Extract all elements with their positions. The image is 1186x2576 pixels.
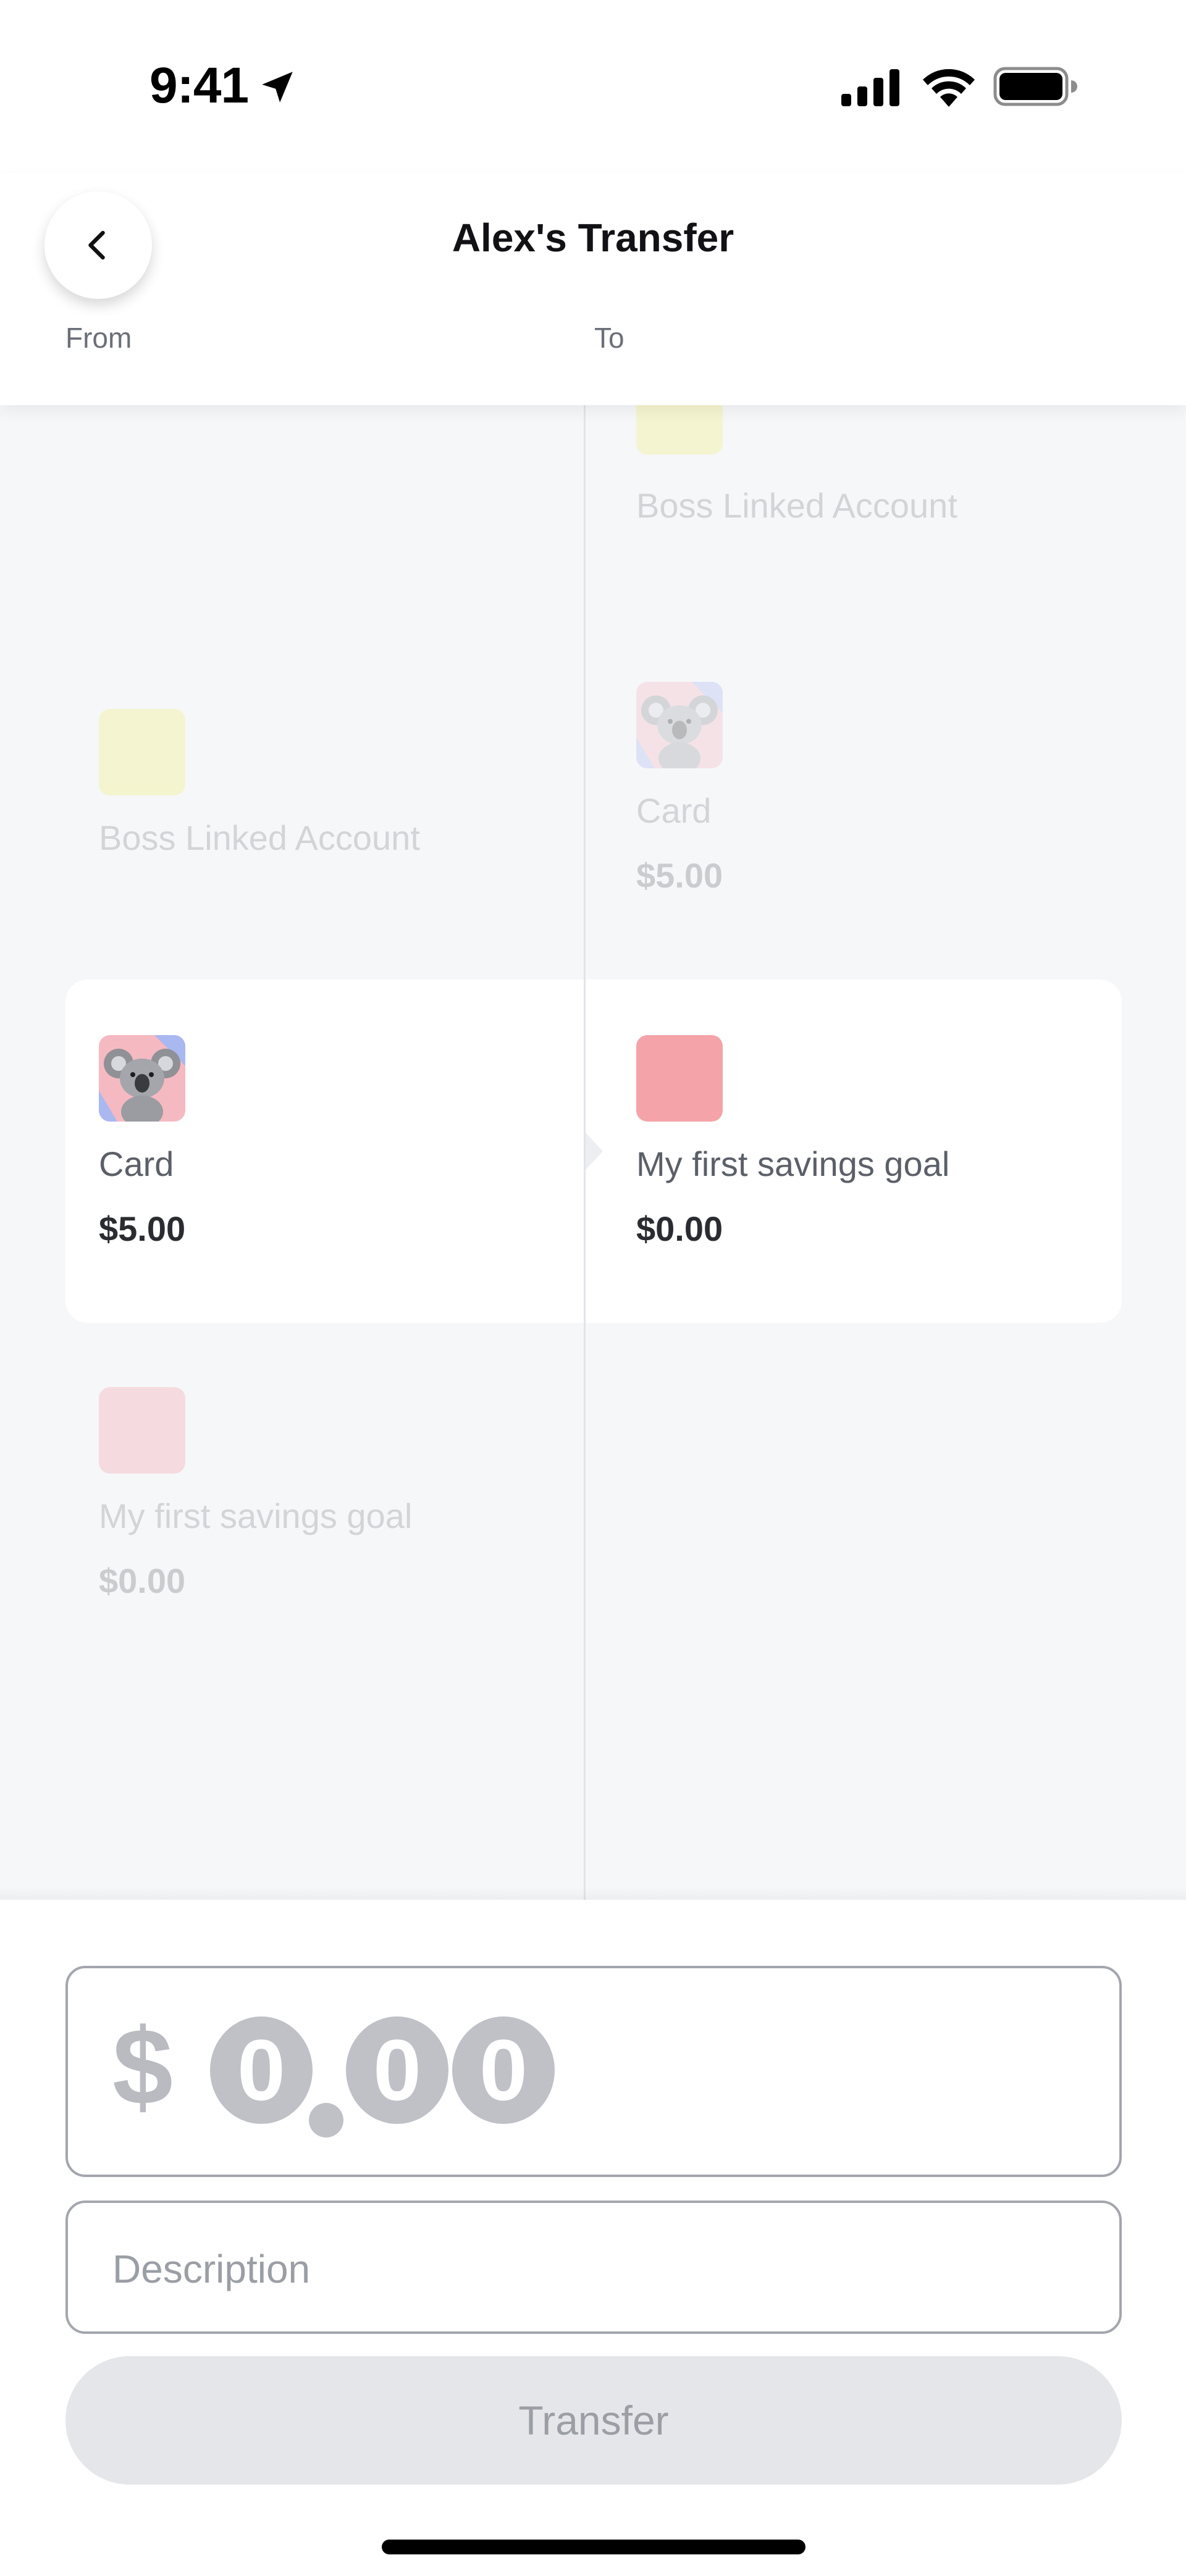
transfer-button-label: Transfer [518, 2398, 669, 2443]
to-account-savings-goal[interactable]: My first savings goal $0.00 [636, 1035, 949, 1249]
transfer-button[interactable]: Transfer [65, 2356, 1122, 2485]
account-name: Boss Linked Account [99, 818, 420, 857]
amount-digit: 0 [210, 2016, 313, 2124]
status-time: 9:41 [149, 57, 249, 114]
account-name: Card [99, 1144, 174, 1183]
account-color-swatch [636, 405, 723, 455]
home-indicator[interactable] [382, 2540, 805, 2554]
account-name: My first savings goal [99, 1496, 413, 1535]
battery-icon [993, 67, 1077, 106]
to-column-label: To [594, 322, 625, 354]
account-name: Card [636, 791, 712, 830]
picker-bottom-shade [0, 1887, 1186, 1900]
account-name: Boss Linked Account [636, 486, 957, 525]
koala-card-image [99, 1035, 185, 1122]
koala-card-image [636, 682, 723, 768]
amount-input[interactable]: $ 0 0 0 [65, 1966, 1122, 2177]
page-title: Alex's Transfer [452, 216, 734, 260]
selection-arrow-icon [586, 1133, 603, 1170]
amount-digit: 0 [346, 2016, 448, 2124]
account-color-swatch [99, 1387, 185, 1474]
from-column-label: From [65, 322, 132, 354]
account-color-swatch [99, 709, 185, 795]
status-bar: 9:41 [0, 0, 1186, 173]
description-placeholder: Description [112, 2247, 311, 2291]
account-name: My first savings goal [636, 1144, 950, 1183]
to-account-card[interactable]: Card $5.00 [636, 682, 723, 896]
to-account-boss-linked[interactable]: Boss Linked Account [636, 405, 957, 526]
from-account-savings-goal[interactable]: My first savings goal $0.00 [99, 1387, 412, 1601]
selected-row-highlight [65, 980, 1122, 1323]
location-arrow-icon [262, 72, 293, 103]
wifi-icon [923, 69, 975, 107]
header: Alex's Transfer From To [0, 173, 1186, 405]
cellular-signal-icon [841, 69, 899, 106]
from-account-card[interactable]: Card $5.00 [99, 1035, 185, 1249]
account-balance: $5.00 [636, 856, 723, 895]
account-balance: $0.00 [636, 1209, 723, 1248]
from-account-boss-linked[interactable]: Boss Linked Account [99, 709, 420, 858]
currency-symbol: $ [112, 2007, 173, 2128]
account-picker[interactable]: Boss Linked Account Boss Linked Account [0, 405, 1186, 1900]
account-balance: $0.00 [99, 1561, 186, 1600]
decimal-point [309, 2103, 343, 2138]
account-color-swatch [636, 1035, 723, 1122]
description-input[interactable]: Description [65, 2201, 1122, 2334]
account-balance: $5.00 [99, 1209, 186, 1248]
amount-digit: 0 [452, 2016, 555, 2124]
